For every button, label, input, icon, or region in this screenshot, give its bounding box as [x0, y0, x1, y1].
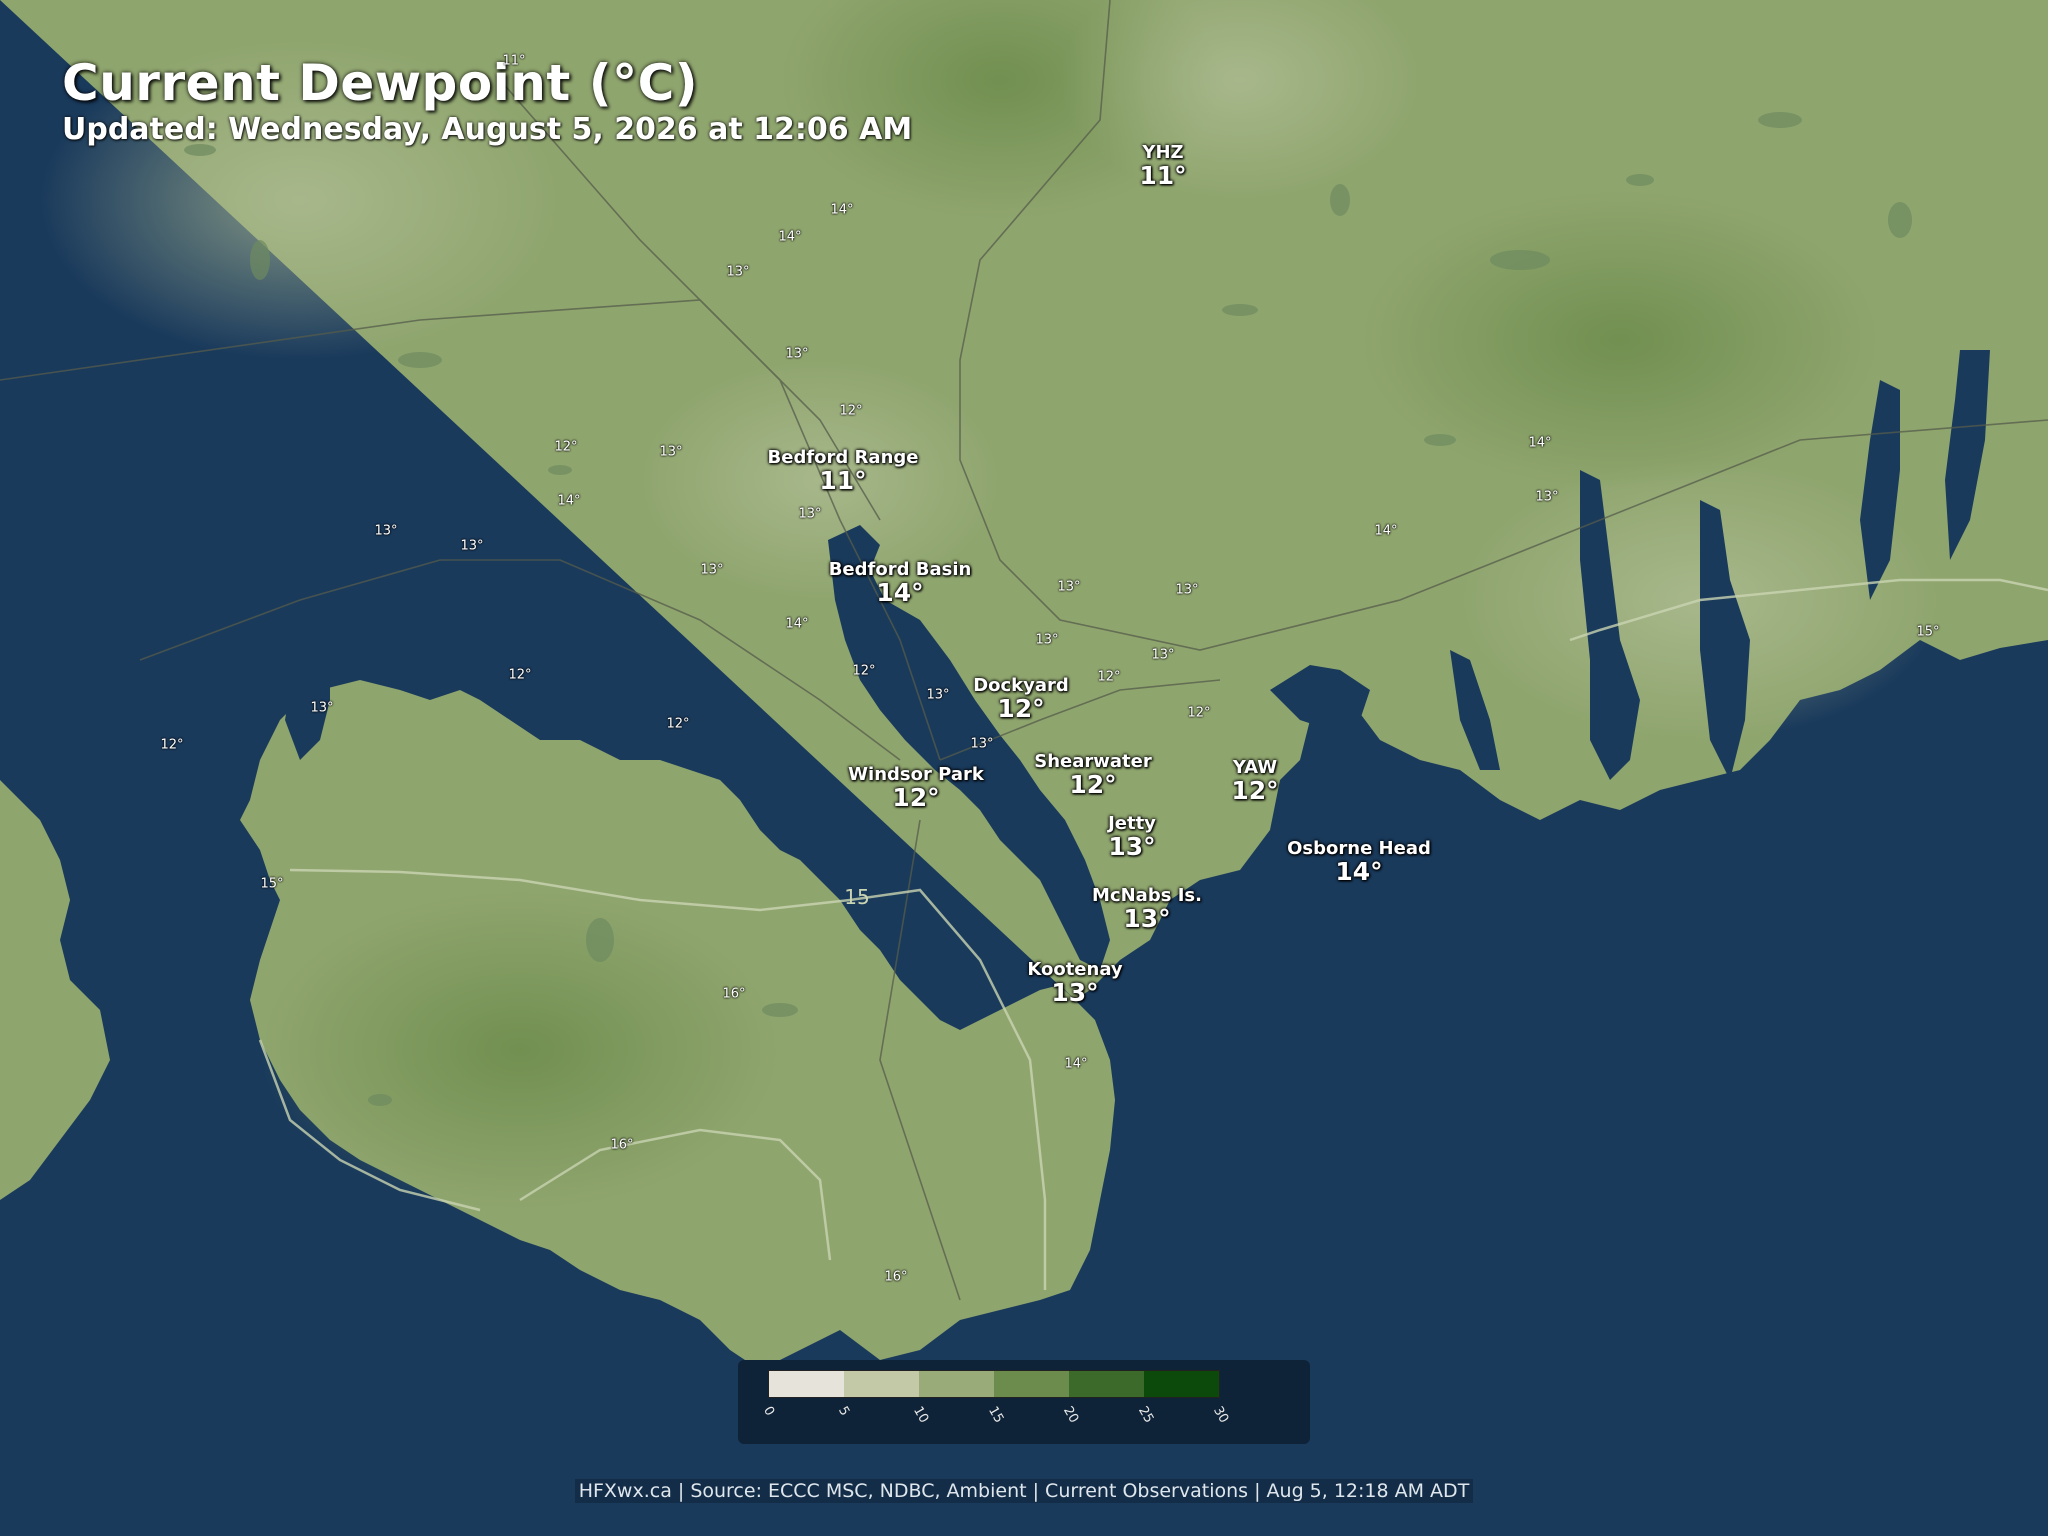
updated-timestamp: Updated: Wednesday, August 5, 2026 at 12…: [62, 112, 913, 147]
station-bedford-basin[interactable]: Bedford Basin 14°: [829, 560, 972, 607]
grid-label: 15°: [1916, 624, 1940, 640]
grid-label: 11°: [502, 53, 526, 69]
station-kootenay[interactable]: Kootenay 13°: [1027, 960, 1122, 1007]
station-value: 13°: [1123, 903, 1171, 933]
legend-tick: 15: [985, 1404, 1007, 1426]
legend-tick: 25: [1135, 1404, 1157, 1426]
station-dockyard[interactable]: Dockyard 12°: [973, 676, 1069, 723]
grid-label: 16°: [610, 1137, 634, 1153]
station-value: 12°: [892, 782, 940, 812]
legend-swatch: [1144, 1371, 1219, 1397]
legend-tick: 10: [910, 1404, 932, 1426]
legend-swatch: [769, 1371, 844, 1397]
grid-label: 14°: [1374, 523, 1398, 539]
station-mcnabs-is[interactable]: McNabs Is. 13°: [1092, 886, 1202, 933]
station-value: 14°: [876, 577, 924, 607]
footer-text: HFXwx.ca | Source: ECCC MSC, NDBC, Ambie…: [574, 1479, 1474, 1503]
grid-label: 13°: [785, 346, 809, 362]
grid-label: 12°: [508, 667, 532, 683]
grid-label: 12°: [839, 403, 863, 419]
page-title: Current Dewpoint (°C): [62, 54, 699, 112]
legend-swatch: [1069, 1371, 1144, 1397]
grid-label: 13°: [970, 736, 994, 752]
legend-tick: 20: [1060, 1404, 1082, 1426]
grid-label: 13°: [926, 687, 950, 703]
legend-tick: 5: [835, 1404, 853, 1419]
grid-label: 14°: [1528, 435, 1552, 451]
grid-label: 16°: [722, 986, 746, 1002]
station-value: 12°: [997, 693, 1045, 723]
dewpoint-map: [0, 0, 2048, 1536]
grid-label: 13°: [1535, 489, 1559, 505]
legend-swatch: [844, 1371, 919, 1397]
grid-label: 12°: [1097, 669, 1121, 685]
grid-label: 16°: [884, 1269, 908, 1285]
grid-label: 12°: [666, 716, 690, 732]
grid-label: 12°: [852, 663, 876, 679]
grid-label: 13°: [659, 444, 683, 460]
legend-tick: 30: [1210, 1404, 1232, 1426]
station-value: 11°: [819, 465, 867, 495]
grid-label: 13°: [798, 506, 822, 522]
station-value: 12°: [1069, 769, 1117, 799]
grid-label: 12°: [1187, 705, 1211, 721]
grid-label: 13°: [1175, 582, 1199, 598]
grid-label: 14°: [830, 202, 854, 218]
grid-label: 14°: [557, 493, 581, 509]
station-value: 13°: [1108, 831, 1156, 861]
grid-label: 14°: [1064, 1056, 1088, 1072]
station-value: 12°: [1231, 775, 1279, 805]
grid-label: 12°: [554, 439, 578, 455]
grid-label: 13°: [1057, 579, 1081, 595]
color-scale-legend: 0 5 10 15 20 25 30: [738, 1360, 1310, 1444]
station-shearwater[interactable]: Shearwater 12°: [1034, 752, 1151, 799]
station-value: 13°: [1051, 977, 1099, 1007]
grid-label: 13°: [1035, 632, 1059, 648]
grid-label: 14°: [778, 229, 802, 245]
grid-label: 13°: [310, 700, 334, 716]
station-value: 14°: [1335, 856, 1383, 886]
grid-label: 13°: [374, 523, 398, 539]
grid-label: 14°: [785, 616, 809, 632]
legend-swatch: [994, 1371, 1069, 1397]
grid-label: 13°: [726, 264, 750, 280]
station-value: 11°: [1139, 160, 1187, 190]
station-jetty[interactable]: Jetty 13°: [1108, 814, 1156, 861]
grid-label: 13°: [460, 538, 484, 554]
station-osborne-head[interactable]: Osborne Head 14°: [1287, 839, 1431, 886]
station-bedford-range[interactable]: Bedford Range 11°: [768, 448, 919, 495]
footer-attribution: HFXwx.ca | Source: ECCC MSC, NDBC, Ambie…: [0, 1479, 2048, 1503]
station-yaw[interactable]: YAW 12°: [1231, 758, 1279, 805]
grid-label: 13°: [1151, 647, 1175, 663]
station-yhz[interactable]: YHZ 11°: [1139, 143, 1187, 190]
legend-swatch: [919, 1371, 994, 1397]
legend-tick: 0: [760, 1404, 778, 1419]
grid-label: 15°: [260, 876, 284, 892]
grid-label: 12°: [160, 737, 184, 753]
contour-label: 15: [844, 885, 870, 909]
legend-color-bar: [768, 1370, 1220, 1398]
station-windsor-park[interactable]: Windsor Park 12°: [848, 765, 984, 812]
grid-label: 13°: [700, 562, 724, 578]
